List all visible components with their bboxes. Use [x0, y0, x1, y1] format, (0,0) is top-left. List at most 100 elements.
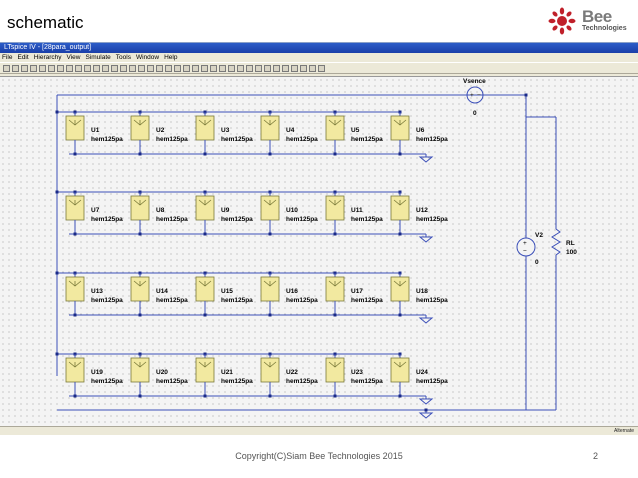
- status-mode: Alternate: [613, 428, 634, 434]
- menu-hierarchy[interactable]: Hierarchy: [34, 53, 62, 62]
- panel-value-label: hem125pa: [156, 136, 188, 143]
- drag-icon[interactable]: [192, 64, 199, 72]
- status-bar: Alternate: [0, 426, 638, 435]
- wire-junction: [138, 313, 142, 317]
- paste-icon[interactable]: [129, 64, 136, 72]
- panel-value-label: hem125pa: [156, 216, 188, 223]
- resistor-icon[interactable]: [264, 64, 271, 72]
- diode-icon[interactable]: [291, 64, 298, 72]
- panel-ref-label: U8: [156, 207, 165, 214]
- menu-tools[interactable]: Tools: [116, 53, 131, 62]
- menu-edit[interactable]: Edit: [17, 53, 28, 62]
- save-icon[interactable]: [12, 64, 19, 72]
- solar-panel-u20: [130, 357, 150, 383]
- run-icon[interactable]: [30, 64, 37, 72]
- panel-value-label: hem125pa: [286, 297, 318, 304]
- zoom-fit-icon[interactable]: [75, 64, 82, 72]
- menubar: File Edit Hierarchy View Simulate Tools …: [0, 53, 638, 62]
- vsence-plus-sign: +: [470, 92, 474, 99]
- solar-panel-u2: [130, 115, 150, 141]
- panel-value-label: hem125pa: [416, 136, 448, 143]
- panel-value-label: hem125pa: [351, 136, 383, 143]
- rl-value-label: 100: [566, 249, 577, 256]
- find-icon[interactable]: [138, 64, 145, 72]
- zoom-cancel-icon[interactable]: [84, 64, 91, 72]
- solar-panel-u9: [195, 195, 215, 221]
- v2-value-label: 0: [535, 259, 539, 266]
- menu-window[interactable]: Window: [136, 53, 159, 62]
- panel-ref-label: U18: [416, 288, 428, 295]
- schematic-canvas[interactable]: U1 hem125pa U2 hem125pa U3 hem125pa U4 hem125pa…: [0, 76, 638, 427]
- solar-panel-u24: [390, 357, 410, 383]
- solar-panel-u8: [130, 195, 150, 221]
- text-icon[interactable]: [309, 64, 316, 72]
- panel-value-label: hem125pa: [351, 216, 383, 223]
- solar-panel-u6: [390, 115, 410, 141]
- panel-ref-label: U6: [416, 127, 425, 134]
- solar-panel-u10: [260, 195, 280, 221]
- wire-icon[interactable]: [237, 64, 244, 72]
- wire-junction: [55, 271, 59, 275]
- wire-junction: [55, 110, 59, 114]
- control-panel-icon[interactable]: [21, 64, 28, 72]
- ground-icon: [418, 234, 434, 243]
- capacitor-icon[interactable]: [273, 64, 280, 72]
- print-icon[interactable]: [147, 64, 154, 72]
- panel-value-label: hem125pa: [91, 378, 123, 385]
- component-icon[interactable]: [300, 64, 307, 72]
- pan-icon[interactable]: [48, 64, 55, 72]
- solar-panel-u23: [325, 357, 345, 383]
- pick-traces-icon[interactable]: [102, 64, 109, 72]
- wire-junction: [268, 152, 272, 156]
- wire-junction: [333, 152, 337, 156]
- panel-value-label: hem125pa: [351, 378, 383, 385]
- halt-icon[interactable]: [39, 64, 46, 72]
- panel-ref-label: U17: [351, 288, 363, 295]
- open-icon[interactable]: [3, 64, 10, 72]
- move-icon[interactable]: [183, 64, 190, 72]
- ground-icon: [418, 154, 434, 163]
- wire-junction: [138, 232, 142, 236]
- panel-value-label: hem125pa: [156, 297, 188, 304]
- delete-icon[interactable]: [165, 64, 172, 72]
- panel-ref-label: U3: [221, 127, 230, 134]
- ground-icon[interactable]: [246, 64, 253, 72]
- spice-directive-icon[interactable]: [318, 64, 325, 72]
- solar-panel-u1: [65, 115, 85, 141]
- panel-ref-label: U15: [221, 288, 233, 295]
- zoom-out-icon[interactable]: [66, 64, 73, 72]
- toolbar: [0, 62, 638, 74]
- mirror-icon[interactable]: [228, 64, 235, 72]
- zoom-in-icon[interactable]: [57, 64, 64, 72]
- wire-junction: [398, 313, 402, 317]
- menu-file[interactable]: File: [2, 53, 12, 62]
- menu-help[interactable]: Help: [164, 53, 177, 62]
- panel-ref-label: U9: [221, 207, 230, 214]
- panel-value-label: hem125pa: [416, 297, 448, 304]
- wire-junction: [138, 152, 142, 156]
- menu-view[interactable]: View: [67, 53, 81, 62]
- label-icon[interactable]: [255, 64, 262, 72]
- wire-junction: [73, 152, 77, 156]
- solar-panel-u7: [65, 195, 85, 221]
- solar-panel-u22: [260, 357, 280, 383]
- panel-value-label: hem125pa: [156, 378, 188, 385]
- menu-simulate[interactable]: Simulate: [85, 53, 110, 62]
- wire-junction: [73, 394, 77, 398]
- wire-junction: [333, 313, 337, 317]
- inductor-icon[interactable]: [282, 64, 289, 72]
- solar-panel-u13: [65, 276, 85, 302]
- duplicate-icon[interactable]: [174, 64, 181, 72]
- undo-icon[interactable]: [201, 64, 208, 72]
- panel-ref-label: U2: [156, 127, 165, 134]
- panel-ref-label: U4: [286, 127, 295, 134]
- print-preview-icon[interactable]: [156, 64, 163, 72]
- panel-ref-label: U14: [156, 288, 168, 295]
- copy-icon[interactable]: [120, 64, 127, 72]
- window-title: LTspice IV - [28para_output]: [4, 44, 92, 51]
- autorange-icon[interactable]: [93, 64, 100, 72]
- redo-icon[interactable]: [210, 64, 217, 72]
- cut-icon[interactable]: [111, 64, 118, 72]
- ground-icon: [418, 396, 434, 405]
- rotate-icon[interactable]: [219, 64, 226, 72]
